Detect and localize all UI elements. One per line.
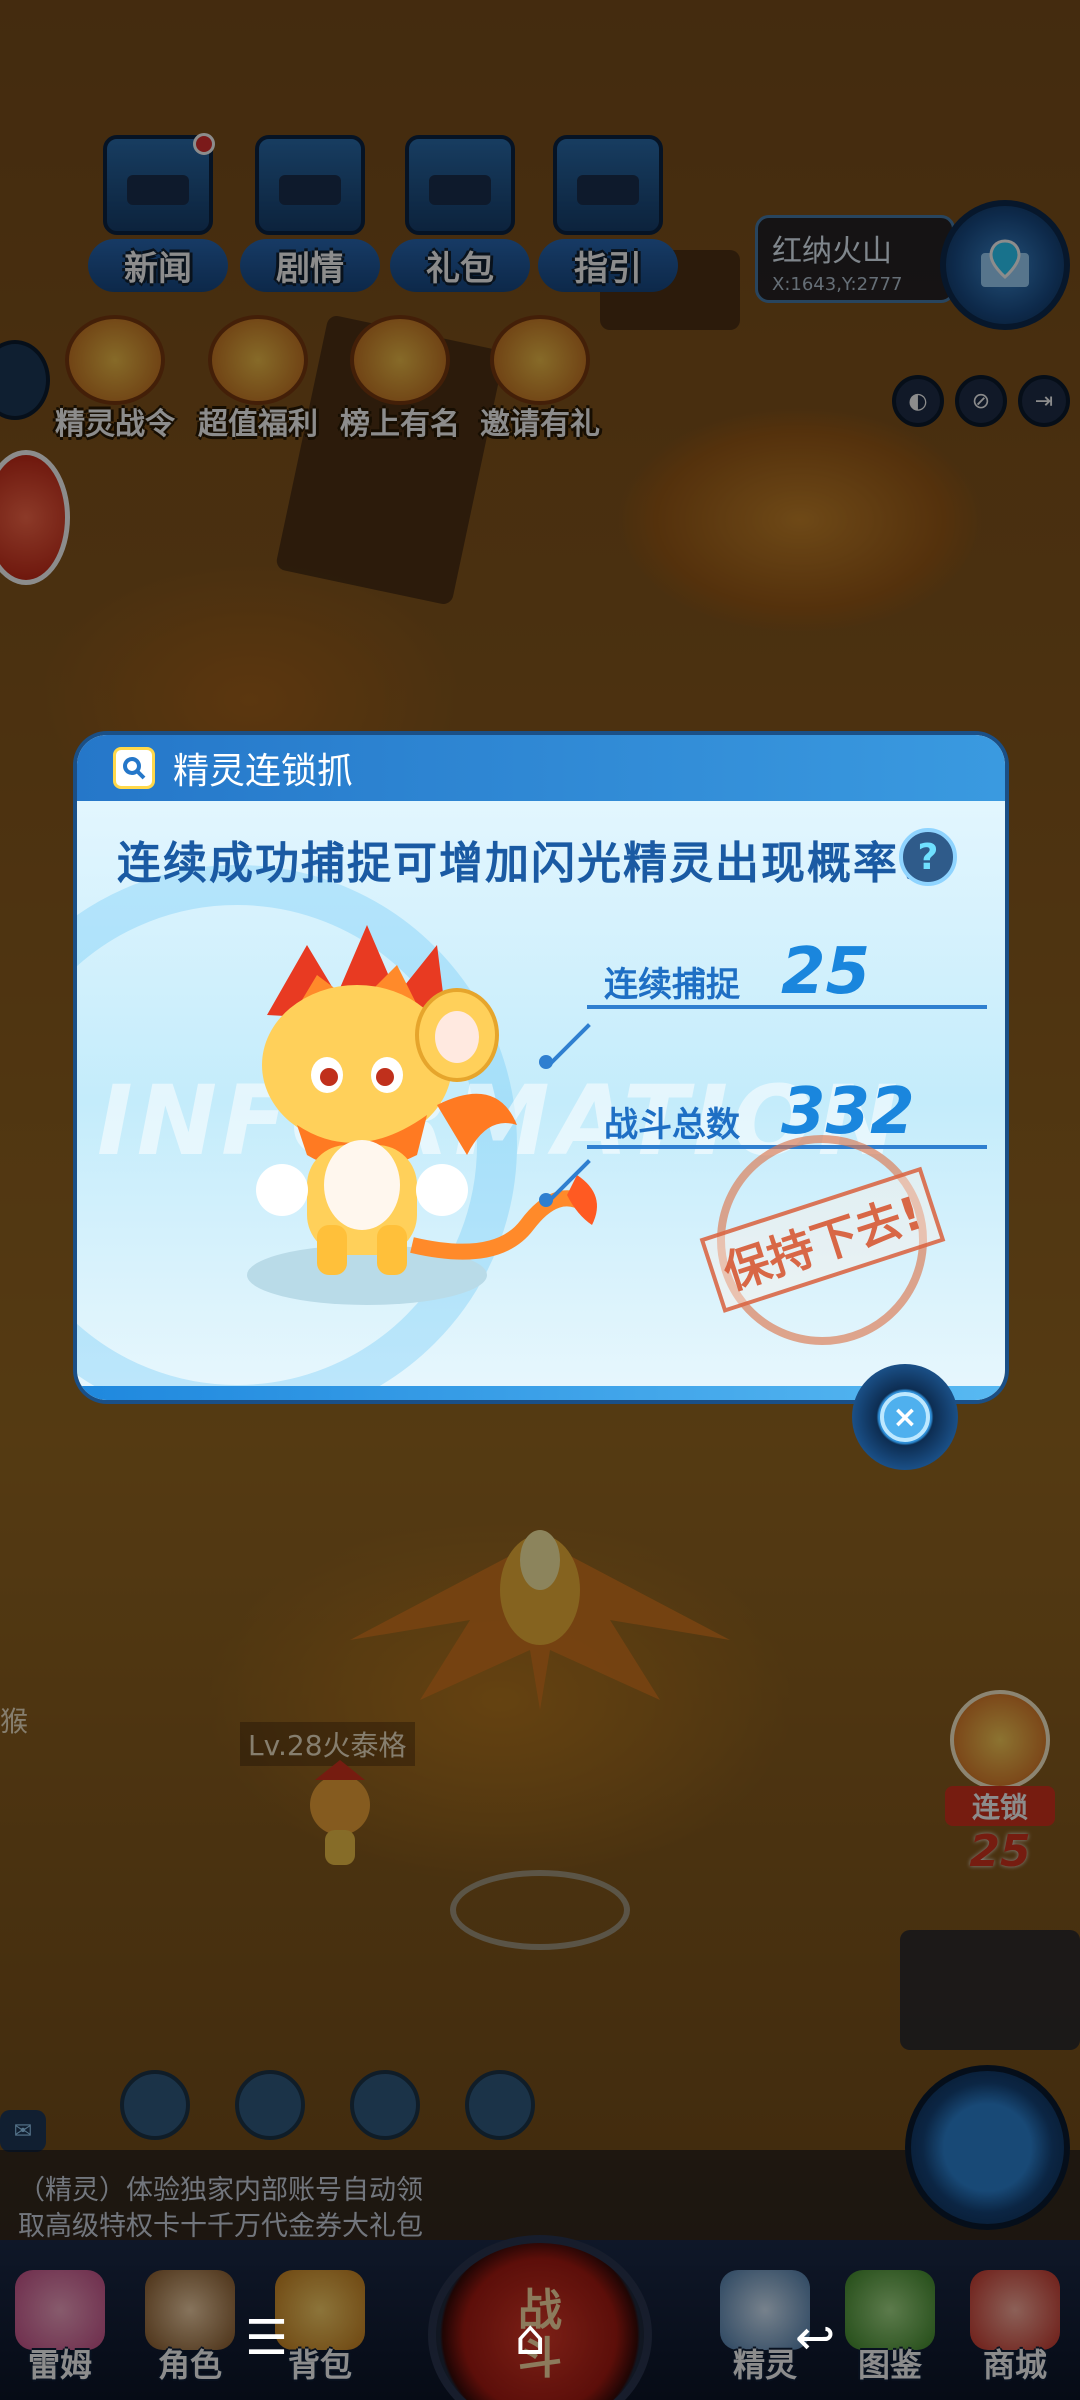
chain-capture-dialog: 精灵连锁抓 INFORMATION 连续成功捕捉可增加闪光精灵出现概率！ ?	[77, 735, 1005, 1400]
system-home-icon[interactable]: ⌂	[515, 2310, 545, 2366]
help-button[interactable]: ?	[899, 828, 957, 886]
consecutive-capture-value: 25	[781, 935, 871, 1009]
consecutive-capture-label: 连续捕捉	[604, 965, 740, 1005]
dialog-title: 精灵连锁抓	[173, 751, 354, 792]
magnifier-icon	[113, 747, 155, 789]
stamp-text: 保持下去!	[699, 1166, 945, 1314]
system-menu-icon[interactable]: ☰	[245, 2310, 288, 2366]
system-back-icon[interactable]: ↩	[795, 2310, 835, 2366]
close-icon: ×	[880, 1392, 930, 1442]
close-button[interactable]: ×	[852, 1364, 958, 1470]
total-battles-label: 战斗总数	[604, 1105, 740, 1145]
dialog-header: 精灵连锁抓	[77, 735, 1005, 801]
fire-tiger-illustration	[197, 925, 617, 1305]
dialog-subtitle: 连续成功捕捉可增加闪光精灵出现概率！	[117, 838, 945, 889]
